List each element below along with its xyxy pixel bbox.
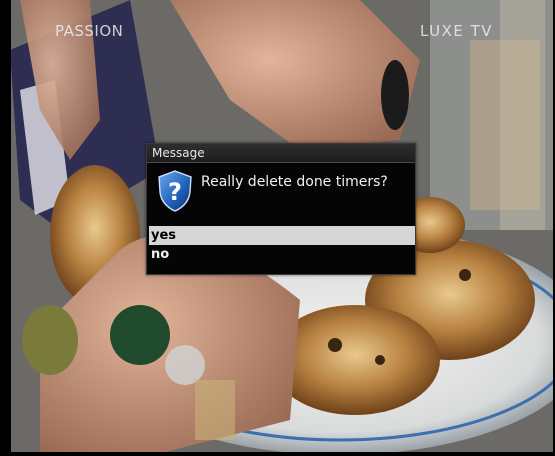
letterbox-bottom	[0, 452, 555, 456]
dialog-options-list: yes no	[149, 226, 415, 264]
question-shield-icon: ?	[158, 170, 192, 212]
dialog-message: Really delete done timers?	[201, 174, 388, 190]
letterbox-left	[0, 0, 11, 456]
message-dialog: Message ? Really delete done timers? yes…	[146, 143, 416, 275]
channel-logo-right: LUXE TV	[420, 22, 494, 40]
option-no[interactable]: no	[149, 245, 415, 264]
option-yes[interactable]: yes	[149, 226, 415, 245]
tv-screen: PASSION LUXE TV Message ? Really delete …	[0, 0, 555, 456]
channel-logo-left: PASSION	[55, 22, 124, 40]
svg-text:?: ?	[168, 178, 182, 206]
dialog-title: Message	[147, 144, 415, 163]
